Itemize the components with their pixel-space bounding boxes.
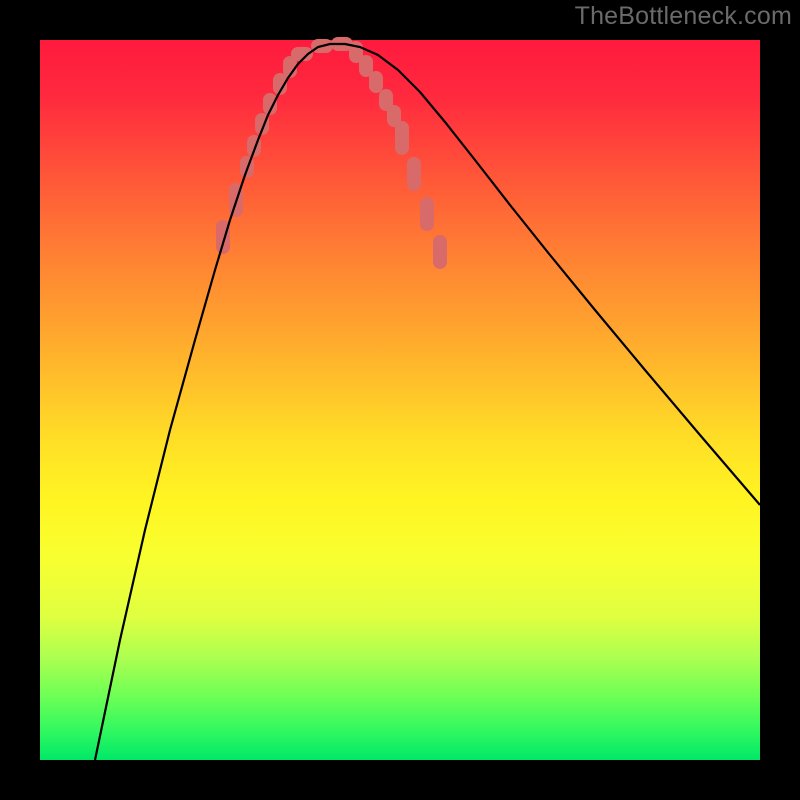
bottleneck-curve [95, 44, 760, 760]
marker-layer [216, 37, 447, 269]
curve-marker [433, 235, 447, 269]
chart-frame: TheBottleneck.com [0, 0, 800, 800]
plot-area [40, 40, 760, 760]
curve-marker [420, 197, 434, 231]
watermark-text: TheBottleneck.com [575, 2, 792, 31]
curve-marker [407, 157, 421, 191]
curve-marker [395, 121, 409, 155]
curve-marker [369, 71, 383, 93]
curve-svg [40, 40, 760, 760]
